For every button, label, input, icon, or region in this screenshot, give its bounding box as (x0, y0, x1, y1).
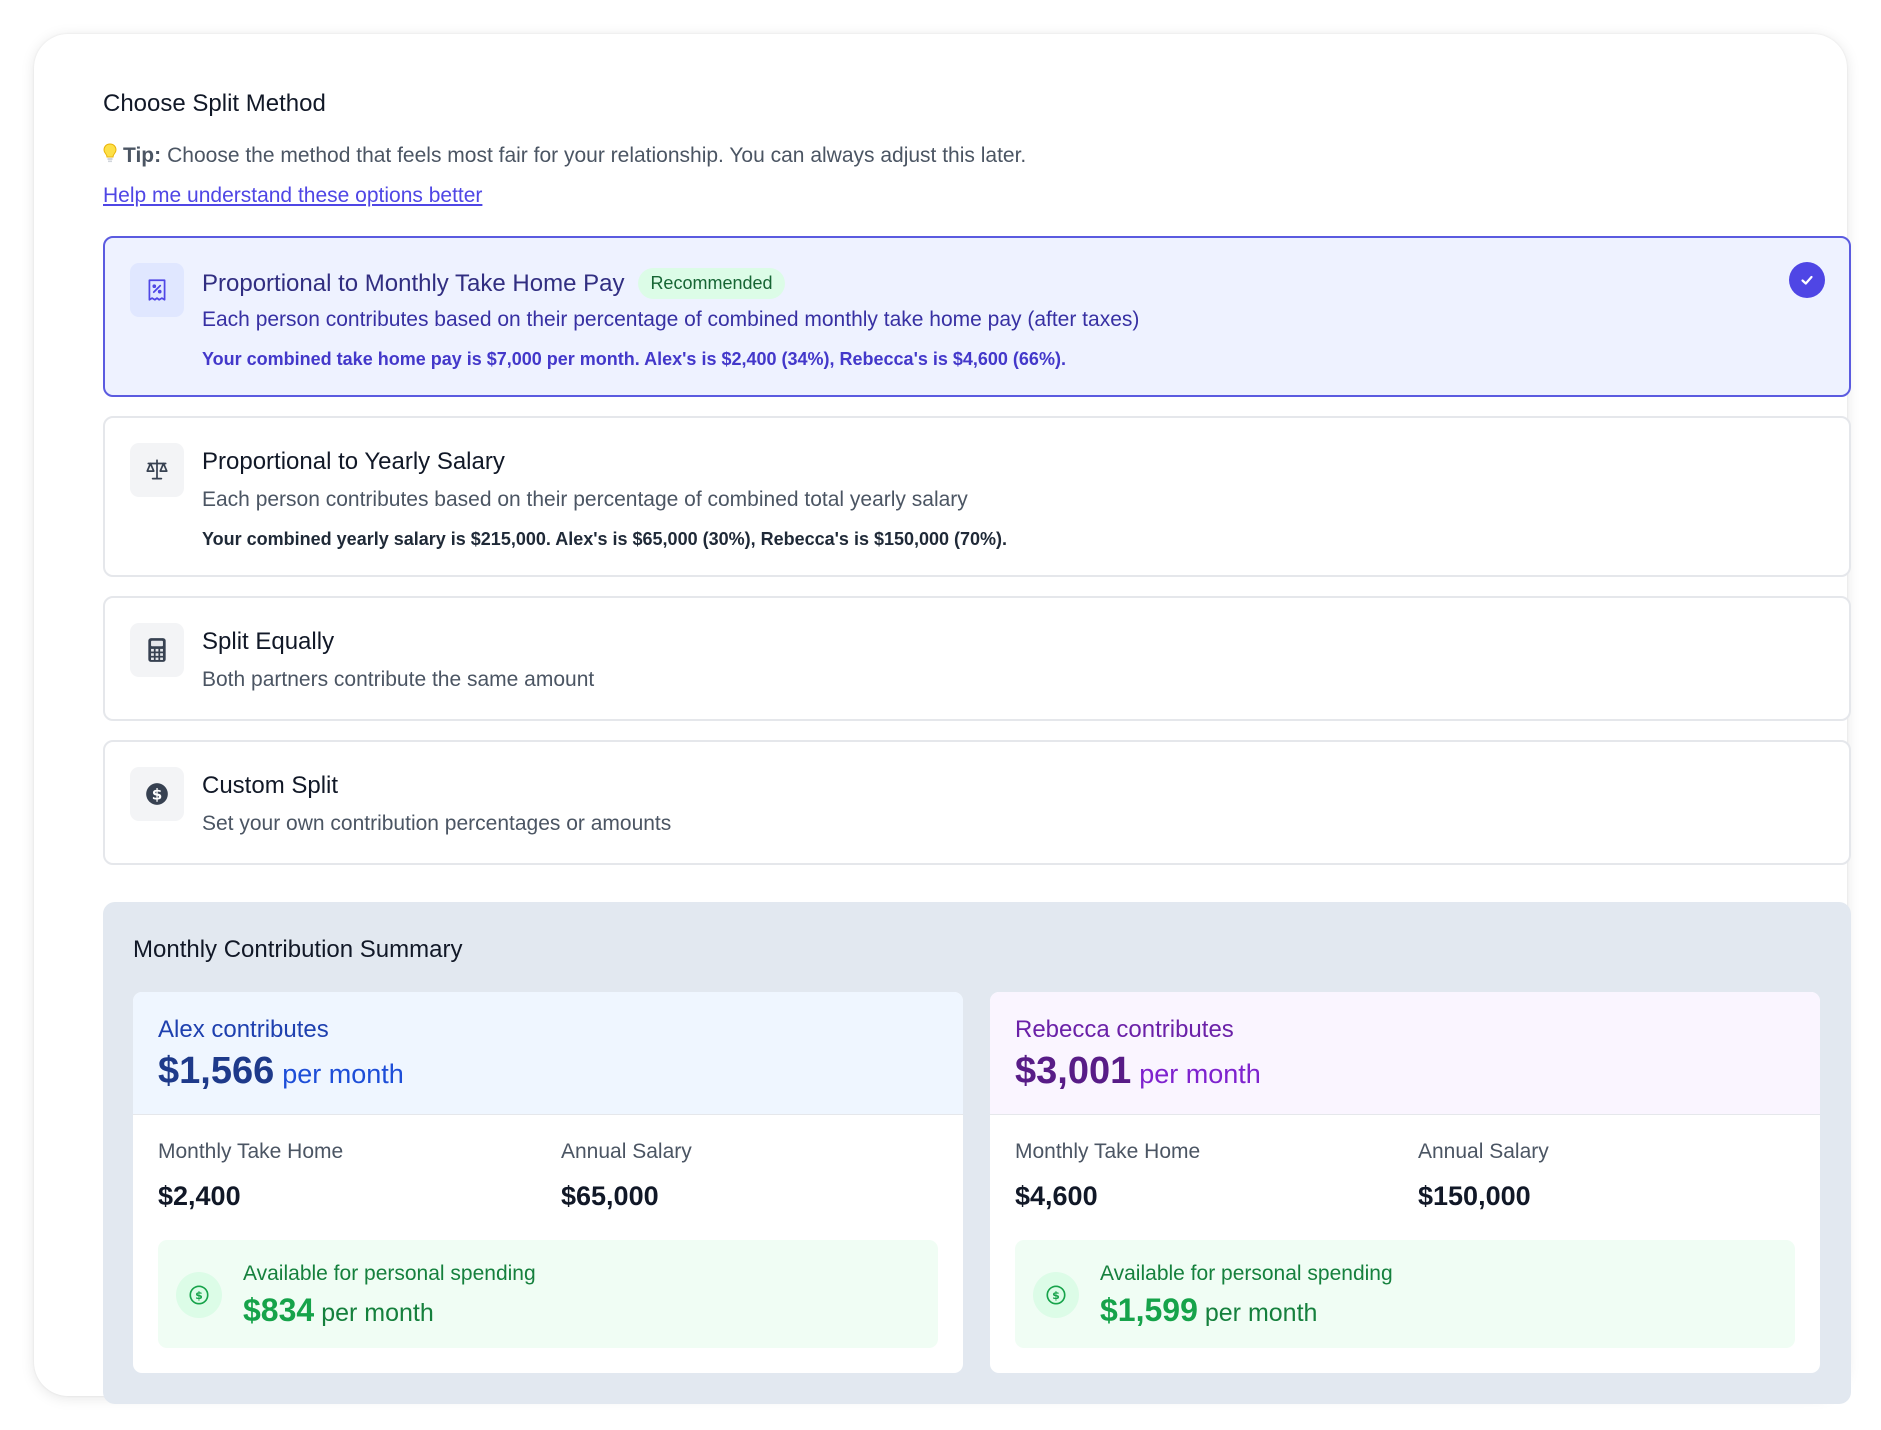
partner-name: Rebecca contributes (1015, 1016, 1234, 1043)
page-title: Choose Split Method (103, 90, 326, 117)
tip-label: Tip: (123, 143, 162, 167)
option-detail: Your combined yearly salary is $215,000.… (202, 529, 1008, 549)
take-home-label: Monthly Take Home (1015, 1140, 1201, 1163)
option-detail: Your combined take home pay is $7,000 pe… (202, 349, 1066, 369)
annual-salary-value: $65,000 (561, 1181, 659, 1211)
check-icon (1789, 262, 1825, 298)
partner-amount: $3,001 per month (1015, 1050, 1261, 1093)
dollar-circle-icon: $ (1033, 1272, 1079, 1318)
svg-text:$: $ (195, 1289, 203, 1302)
partner-amount-value: $3,001 (1015, 1050, 1132, 1092)
svg-text:$: $ (1052, 1289, 1060, 1302)
partner-amount: $1,566 per month (158, 1050, 404, 1093)
available-amount: $1,599 per month (1100, 1292, 1317, 1329)
option-description: Each person contributes based on their p… (202, 488, 968, 511)
take-home-value: $4,600 (1015, 1181, 1098, 1211)
scale-icon (130, 443, 184, 497)
recommended-badge: Recommended (638, 268, 785, 299)
option-title: Proportional to Monthly Take Home Pay Re… (202, 268, 785, 299)
available-amount-unit: per month (321, 1299, 434, 1327)
partner-amount-unit: per month (282, 1059, 404, 1089)
option-split-equally[interactable]: Split Equally Both partners contribute t… (103, 596, 1851, 721)
available-label: Available for personal spending (243, 1262, 536, 1285)
option-title: Proportional to Yearly Salary (202, 448, 505, 475)
partner-card-rebecca: Rebecca contributes $3,001 per month Mon… (990, 992, 1820, 1373)
available-amount-unit: per month (1204, 1299, 1318, 1327)
calculator-icon (130, 623, 184, 677)
dollar-circle-icon: $ (130, 767, 184, 821)
svg-text:$: $ (152, 785, 163, 803)
option-title: Custom Split (202, 772, 339, 799)
option-custom-split[interactable]: $ Custom Split Set your own contribution… (103, 740, 1851, 865)
dollar-circle-icon: $ (176, 1272, 222, 1318)
option-description: Both partners contribute the same amount (202, 668, 595, 691)
option-description: Set your own contribution percentages or… (202, 812, 672, 835)
available-spending-box: $ Available for personal spending $1,599… (1015, 1240, 1795, 1348)
partner-amount-unit: per month (1139, 1059, 1261, 1089)
partner-card-header: Alex contributes $1,566 per month (133, 992, 963, 1115)
split-method-panel: Choose Split Method Tip: Choose the meth… (34, 34, 1851, 1404)
annual-salary-label: Annual Salary (1418, 1140, 1549, 1163)
take-home-label: Monthly Take Home (158, 1140, 344, 1163)
available-amount-value: $834 (243, 1292, 315, 1328)
available-amount: $834 per month (243, 1292, 434, 1329)
option-description: Each person contributes based on their p… (202, 308, 1140, 331)
available-label: Available for personal spending (1100, 1262, 1393, 1285)
annual-salary-label: Annual Salary (561, 1140, 692, 1163)
tip-text: Choose the method that feels most fair f… (167, 143, 1027, 167)
partner-amount-value: $1,566 (158, 1050, 275, 1092)
option-title: Split Equally (202, 628, 335, 655)
tip-line: Tip: Choose the method that feels most f… (103, 143, 1026, 168)
lightbulb-icon (103, 143, 117, 168)
annual-salary-value: $150,000 (1418, 1181, 1531, 1211)
summary-title: Monthly Contribution Summary (133, 936, 463, 963)
partner-name: Alex contributes (158, 1016, 329, 1043)
partner-card-header: Rebecca contributes $3,001 per month (990, 992, 1820, 1115)
available-amount-value: $1,599 (1100, 1292, 1198, 1328)
contribution-summary: Monthly Contribution Summary Alex contri… (103, 902, 1851, 1404)
help-understand-link[interactable]: Help me understand these options better (103, 184, 482, 208)
take-home-value: $2,400 (158, 1181, 241, 1211)
option-yearly-salary[interactable]: Proportional to Yearly Salary Each perso… (103, 416, 1851, 577)
partner-card-alex: Alex contributes $1,566 per month Monthl… (133, 992, 963, 1373)
available-spending-box: $ Available for personal spending $834 p… (158, 1240, 938, 1348)
option-title-text: Proportional to Monthly Take Home Pay (202, 269, 625, 297)
option-monthly-take-home[interactable]: Proportional to Monthly Take Home Pay Re… (103, 236, 1851, 397)
receipt-percent-icon (130, 263, 184, 317)
